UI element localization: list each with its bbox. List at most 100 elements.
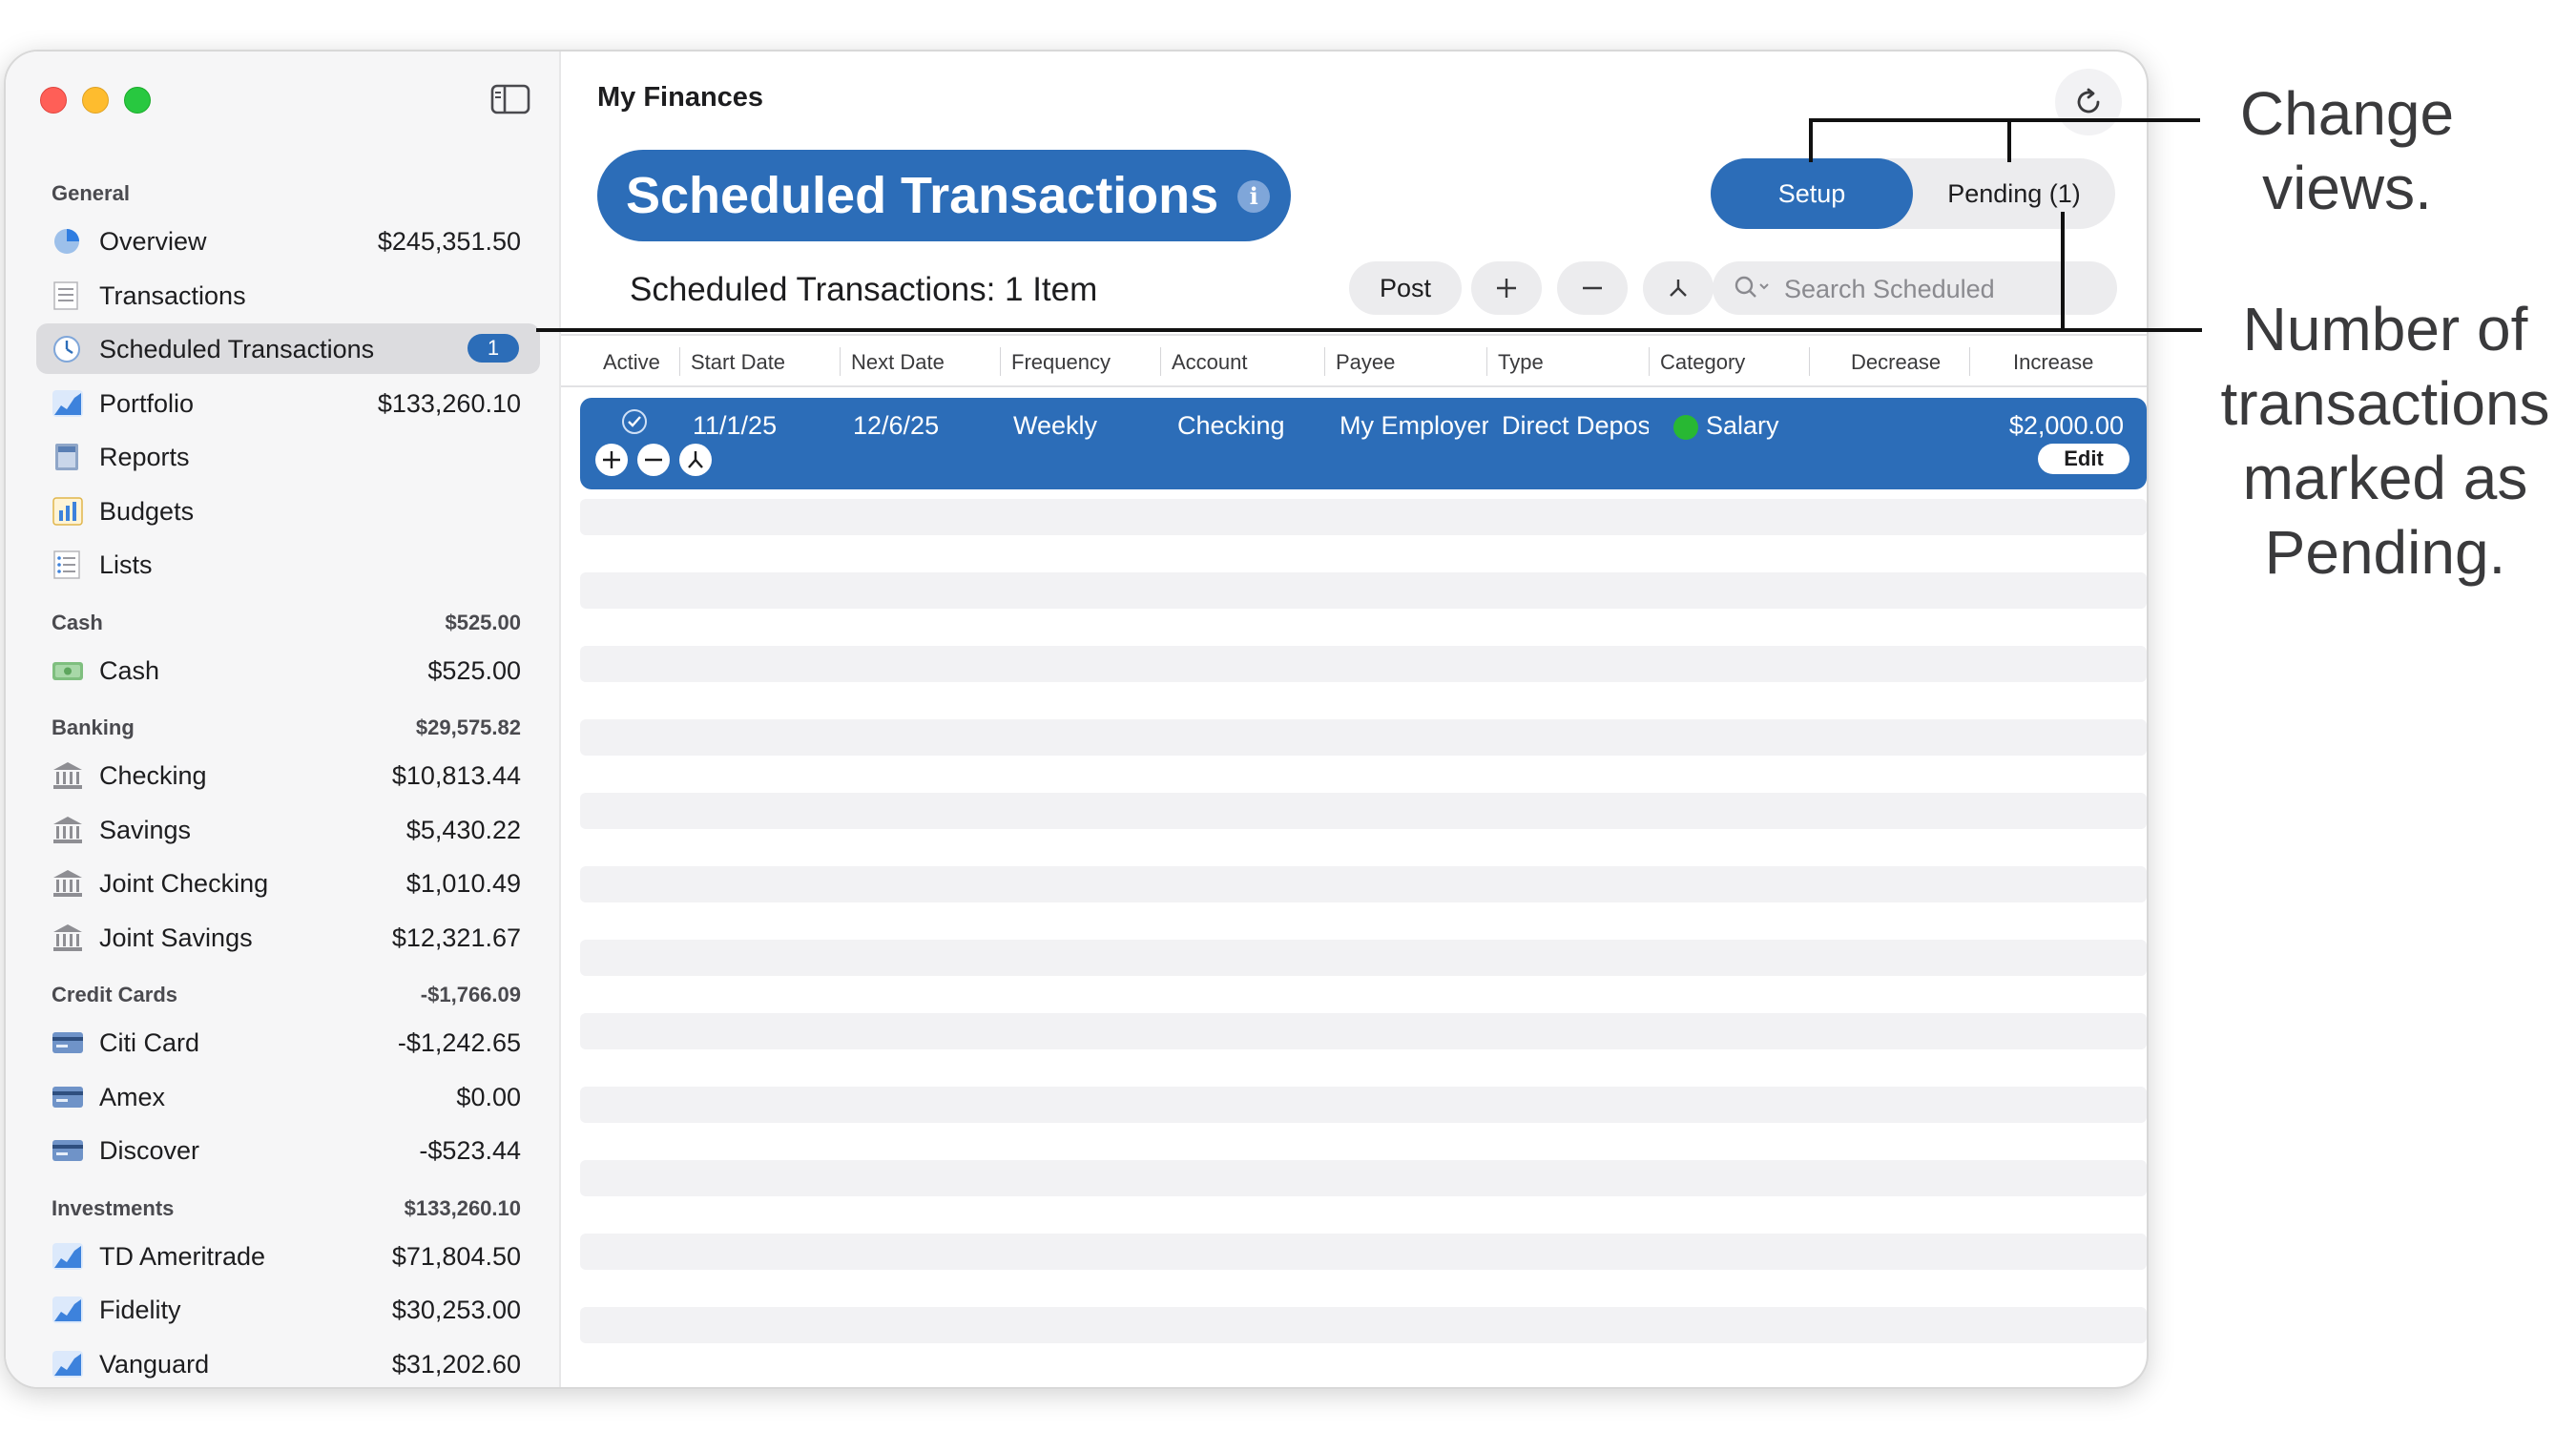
split-button[interactable] — [1643, 261, 1714, 315]
post-button[interactable]: Post — [1349, 261, 1462, 315]
bank-icon — [53, 762, 82, 789]
sidebar-section-general: General — [6, 166, 559, 214]
column-header-decrease[interactable]: Decrease — [1851, 350, 1941, 375]
sidebar-item-label: Cash — [99, 655, 160, 685]
sidebar-item-amount: $0.00 — [456, 1082, 521, 1111]
bank-icon — [53, 816, 82, 843]
minimize-window-button[interactable] — [82, 87, 109, 114]
sidebar-section-cash: Cash $525.00 — [6, 595, 559, 643]
column-header-active[interactable]: Active — [603, 350, 660, 375]
empty-row-stripe — [580, 719, 2147, 756]
column-header-type[interactable]: Type — [1498, 350, 1544, 375]
sidebar-item-amex[interactable]: Amex $0.00 — [6, 1069, 559, 1124]
search-placeholder: Search Scheduled — [1784, 275, 1995, 303]
sidebar-item-savings[interactable]: Savings $5,430.22 — [6, 802, 559, 857]
table-row[interactable]: 11/1/25 12/6/25 Weekly Checking My Emplo… — [580, 398, 2147, 489]
close-window-button[interactable] — [40, 87, 67, 114]
sidebar-item-fidelity[interactable]: Fidelity $30,253.00 — [6, 1282, 559, 1337]
sidebar-item-amount: $5,430.22 — [405, 815, 521, 844]
setup-view-button[interactable]: Setup — [1711, 158, 1913, 229]
section-total: $525.00 — [445, 610, 521, 634]
sidebar-item-scheduled-transactions[interactable]: Scheduled Transactions 1 — [6, 321, 559, 376]
main-content: My Finances Scheduled Transactions i Set… — [561, 52, 2147, 1387]
section-total: $133,260.10 — [404, 1195, 521, 1220]
sidebar-item-label: TD Ameritrade — [99, 1241, 266, 1271]
column-header-next-date[interactable]: Next Date — [851, 350, 945, 375]
sidebar-item-amount: $71,804.50 — [391, 1241, 521, 1271]
empty-row-stripe — [580, 793, 2147, 829]
column-separator — [1324, 347, 1325, 376]
refresh-button[interactable] — [2055, 69, 2122, 135]
sidebar-item-joint-checking[interactable]: Joint Checking $1,010.49 — [6, 856, 559, 910]
add-button[interactable] — [1471, 261, 1542, 315]
sidebar-item-citi-card[interactable]: Citi Card -$1,242.65 — [6, 1015, 559, 1069]
zoom-window-button[interactable] — [124, 87, 151, 114]
row-split-button[interactable] — [679, 444, 712, 476]
column-header-start-date[interactable]: Start Date — [691, 350, 785, 375]
sidebar-item-vanguard[interactable]: Vanguard $31,202.60 — [6, 1337, 559, 1388]
sidebar-item-portfolio[interactable]: Portfolio $133,260.10 — [6, 376, 559, 430]
callout-line — [536, 328, 2202, 332]
sidebar-toggle-icon[interactable] — [490, 84, 530, 114]
callout-pending-count: Number of transactions marked as Pending… — [2220, 295, 2550, 587]
sidebar-item-amount: $245,351.50 — [377, 227, 521, 256]
column-separator — [1160, 347, 1161, 376]
sidebar-item-label: Lists — [99, 550, 153, 579]
sidebar-item-cash[interactable]: Cash $525.00 — [6, 643, 559, 697]
column-separator — [1969, 347, 1970, 376]
info-icon[interactable]: i — [1237, 180, 1271, 213]
bank-icon — [53, 870, 82, 897]
stock-chart-icon — [52, 389, 83, 417]
column-header-account[interactable]: Account — [1172, 350, 1248, 375]
pending-view-button[interactable]: Pending (1) — [1913, 158, 2115, 229]
edit-button[interactable]: Edit — [2038, 444, 2129, 474]
credit-card-icon — [52, 1032, 83, 1053]
column-separator — [1649, 347, 1650, 376]
empty-row-stripe — [580, 866, 2147, 902]
search-field[interactable]: Search Scheduled — [1713, 261, 2117, 315]
section-label: Credit Cards — [52, 983, 178, 1006]
pie-chart-icon — [54, 229, 79, 254]
sidebar-item-label: Overview — [99, 227, 207, 256]
credit-card-icon — [52, 1140, 83, 1161]
view-segmented-control: Setup Pending (1) — [1711, 158, 2115, 229]
empty-row-stripe — [580, 1160, 2147, 1196]
row-add-button[interactable] — [595, 444, 628, 476]
category-color-dot — [1673, 415, 1698, 440]
column-header-payee[interactable]: Payee — [1336, 350, 1395, 375]
sidebar-item-transactions[interactable]: Transactions — [6, 268, 559, 322]
sidebar-item-joint-savings[interactable]: Joint Savings $12,321.67 — [6, 910, 559, 964]
sidebar-item-label: Savings — [99, 815, 192, 844]
empty-row-stripe — [580, 646, 2147, 682]
column-separator — [840, 347, 841, 376]
sidebar-item-overview[interactable]: Overview $245,351.50 — [6, 214, 559, 268]
column-header-increase[interactable]: Increase — [2013, 350, 2093, 375]
remove-button[interactable] — [1557, 261, 1628, 315]
row-remove-button[interactable] — [637, 444, 670, 476]
sidebar-item-budgets[interactable]: Budgets — [6, 484, 559, 538]
sidebar-section-credit-cards: Credit Cards -$1,766.09 — [6, 967, 559, 1015]
sidebar-item-reports[interactable]: Reports — [6, 429, 559, 484]
sidebar-item-td-ameritrade[interactable]: TD Ameritrade $71,804.50 — [6, 1229, 559, 1283]
sidebar-item-amount: $133,260.10 — [377, 388, 521, 418]
reports-icon — [55, 444, 78, 470]
empty-row-stripe — [580, 940, 2147, 976]
sidebar-item-label: Budgets — [99, 496, 195, 526]
split-icon — [688, 451, 703, 468]
category-cell: Salary — [1706, 411, 1779, 440]
callout-line — [1809, 118, 2200, 122]
column-header-frequency[interactable]: Frequency — [1011, 350, 1111, 375]
section-label: Banking — [52, 716, 135, 739]
credit-card-icon — [52, 1086, 83, 1108]
payee-cell: My Employer — [1340, 411, 1488, 440]
section-label: Cash — [52, 610, 103, 634]
sidebar-item-amount: $30,253.00 — [391, 1296, 521, 1324]
sidebar-item-checking[interactable]: Checking $10,813.44 — [6, 748, 559, 802]
section-total: -$1,766.09 — [420, 983, 521, 1006]
sidebar-item-lists[interactable]: Lists — [6, 537, 559, 591]
callout-line — [2061, 212, 2065, 330]
column-header-category[interactable]: Category — [1660, 350, 1745, 375]
sidebar-item-discover[interactable]: Discover -$523.44 — [6, 1123, 559, 1177]
sidebar-item-label: Joint Checking — [99, 869, 269, 898]
active-checkbox-icon[interactable] — [620, 407, 649, 436]
